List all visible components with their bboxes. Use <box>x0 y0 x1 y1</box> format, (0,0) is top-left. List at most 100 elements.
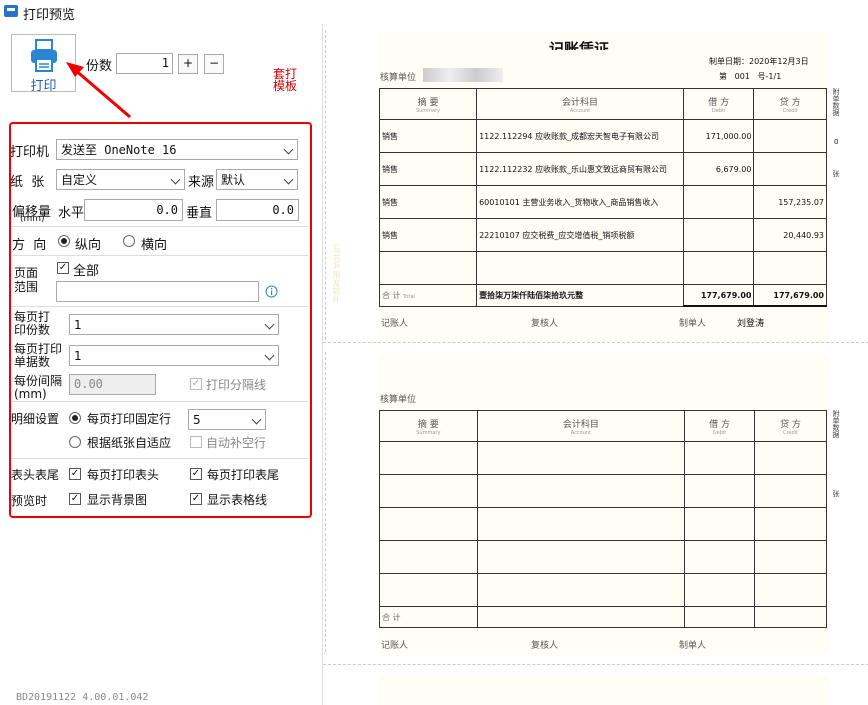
row-account: 1122.112232 应收账款_乐山惠文致远商贸有限公司 <box>476 152 684 186</box>
copies-per-page-select[interactable]: 1 <box>69 314 279 335</box>
copies-plus-button[interactable]: + <box>178 54 198 74</box>
source-label: 来源 <box>188 175 215 190</box>
source-select-value: 默认 <box>221 173 246 187</box>
copies-per-page-value: 1 <box>74 318 82 332</box>
show-background-checkbox[interactable]: ✓ <box>69 493 81 505</box>
maker-name: 刘登涛 <box>737 319 765 329</box>
fixed-rows-value: 5 <box>193 413 201 427</box>
table-row: 销售 1122.112232 应收账款_乐山惠文致远商贸有限公司 6,679.00 <box>378 152 827 186</box>
arrow-annotation <box>66 62 131 119</box>
vouchers-per-page-value: 1 <box>74 349 82 363</box>
printer-select[interactable]: 发送至 OneNote 16 <box>56 139 298 160</box>
detail-label: 明细设置 <box>11 412 60 426</box>
total-label-cell: 合 计 Total <box>378 284 478 307</box>
print-footer-checkbox[interactable]: ✓ <box>190 468 202 480</box>
gap-input[interactable]: 0.00 <box>69 374 156 395</box>
auto-fill-checkbox[interactable] <box>190 436 202 448</box>
title-bar: 打印预览 <box>0 0 868 24</box>
attachments-label: 附单数据 <box>832 88 840 116</box>
auto-fit-label: 根据纸张自适应 <box>87 436 172 450</box>
total-debit: 177,679.00 <box>682 284 755 307</box>
vertical-label: 垂直 <box>186 206 213 221</box>
print-preview-area[interactable]: UFIDA 用友软件 记账凭证 制单日期：2020年12月3日 第 001 号-… <box>322 24 868 705</box>
voucher-title: 记账凭证 <box>549 40 610 50</box>
divider <box>12 458 308 459</box>
notes-label: 张 <box>832 490 840 497</box>
info-icon[interactable] <box>265 285 278 298</box>
header-credit: 贷 方 Credit <box>753 88 827 120</box>
total-words: 壹拾柒万柒仟陆佰柒拾玖元整 <box>476 284 684 307</box>
auto-fill-label: 自动补空行 <box>206 436 267 450</box>
show-grid-label: 显示表格线 <box>207 493 268 507</box>
fixed-rows-select[interactable]: 5 <box>188 409 266 430</box>
fixed-rows-radio[interactable] <box>69 412 81 424</box>
voucher-table: 摘 要 Summary 会计科目 Account 借 方 Debit 贷 方 Credi… <box>378 88 827 307</box>
total-credit: 177,679.00 <box>753 284 827 307</box>
unit-label: 核算单位 <box>380 395 417 405</box>
landscape-radio[interactable] <box>123 235 135 247</box>
row-credit <box>753 152 827 186</box>
unit-label: 核算单位 <box>380 73 417 83</box>
print-footer-label: 每页打印表尾 <box>207 468 280 482</box>
paper-label: 纸 张 <box>10 175 45 190</box>
divider <box>12 255 308 256</box>
row-summary: 销售 <box>378 152 478 186</box>
chevron-down-icon <box>264 319 275 330</box>
print-separator-label: 打印分隔线 <box>206 378 267 392</box>
orientation-label: 方 向 <box>12 238 47 253</box>
vouchers-per-page-label: 每页打印 单据数 <box>14 342 63 369</box>
printer-select-value: 发送至 OneNote 16 <box>61 143 177 157</box>
vertical-input[interactable]: 0.0 <box>216 199 299 221</box>
voucher-sheet <box>379 676 829 705</box>
landscape-label: 横向 <box>141 238 168 253</box>
row-credit <box>753 119 827 153</box>
header-summary: 摘 要 Summary <box>378 88 478 120</box>
chevron-down-icon <box>283 144 294 155</box>
header-debit: 借 方 Debit <box>682 88 755 120</box>
attachments-count: 0 <box>834 138 839 146</box>
horizontal-input[interactable]: 0.0 <box>84 199 183 221</box>
chevron-down-icon <box>170 174 181 185</box>
horizontal-label: 水平 <box>58 206 85 221</box>
table-row <box>378 251 827 285</box>
auto-fit-radio[interactable] <box>69 436 81 448</box>
printer-icon <box>31 39 57 72</box>
table-row <box>379 441 827 475</box>
blurred-unit-name <box>423 68 503 82</box>
row-debit: 171,000.00 <box>682 119 755 153</box>
watermark-text: UFIDA 用友软件 <box>332 244 341 303</box>
all-pages-checkbox[interactable]: ✓ <box>57 262 69 274</box>
page-separator <box>323 342 868 343</box>
page-range-input[interactable] <box>56 281 259 302</box>
chevron-down-icon <box>264 350 275 361</box>
print-separator-checkbox[interactable]: ✓ <box>190 378 202 390</box>
row-account: 60010101 主营业务收入_货物收入_商品销售收入 <box>476 185 684 219</box>
show-background-label: 显示背景图 <box>87 493 148 507</box>
row-summary: 销售 <box>378 218 478 252</box>
row-credit: 157,235.07 <box>753 185 827 219</box>
row-summary: 销售 <box>378 119 478 153</box>
margin-ruler <box>325 352 336 652</box>
printer-label: 打印机 <box>10 145 50 160</box>
row-account: 22210107 应交税费_应交增值税_销项税额 <box>476 218 684 252</box>
notes-label: 张 <box>832 170 840 177</box>
paper-select[interactable]: 自定义 <box>56 169 185 190</box>
source-select[interactable]: 默认 <box>216 169 298 190</box>
page-range-label: 页面 范围 <box>14 266 39 294</box>
row-credit: 20,440.93 <box>753 218 827 252</box>
voucher-date: 制单日期：2020年12月3日 <box>709 57 809 66</box>
divider <box>12 226 308 227</box>
row-account: 1122.112294 应收账款_成都宏天智电子有限公司 <box>476 119 684 153</box>
copies-minus-button[interactable]: − <box>204 54 224 74</box>
divider <box>12 401 308 402</box>
vouchers-per-page-select[interactable]: 1 <box>69 345 279 366</box>
fixed-rows-label: 每页打印固定行 <box>87 412 172 426</box>
portrait-radio[interactable] <box>58 235 70 247</box>
template-link[interactable]: 套打 模板 <box>273 68 299 92</box>
print-header-checkbox[interactable]: ✓ <box>69 468 81 480</box>
bookkeeper-label: 记账人 <box>381 319 409 329</box>
table-row <box>379 507 827 541</box>
show-grid-checkbox[interactable]: ✓ <box>190 493 202 505</box>
voucher-number: 第 001 号-1/1 <box>719 72 782 81</box>
portrait-label: 纵向 <box>75 238 102 253</box>
